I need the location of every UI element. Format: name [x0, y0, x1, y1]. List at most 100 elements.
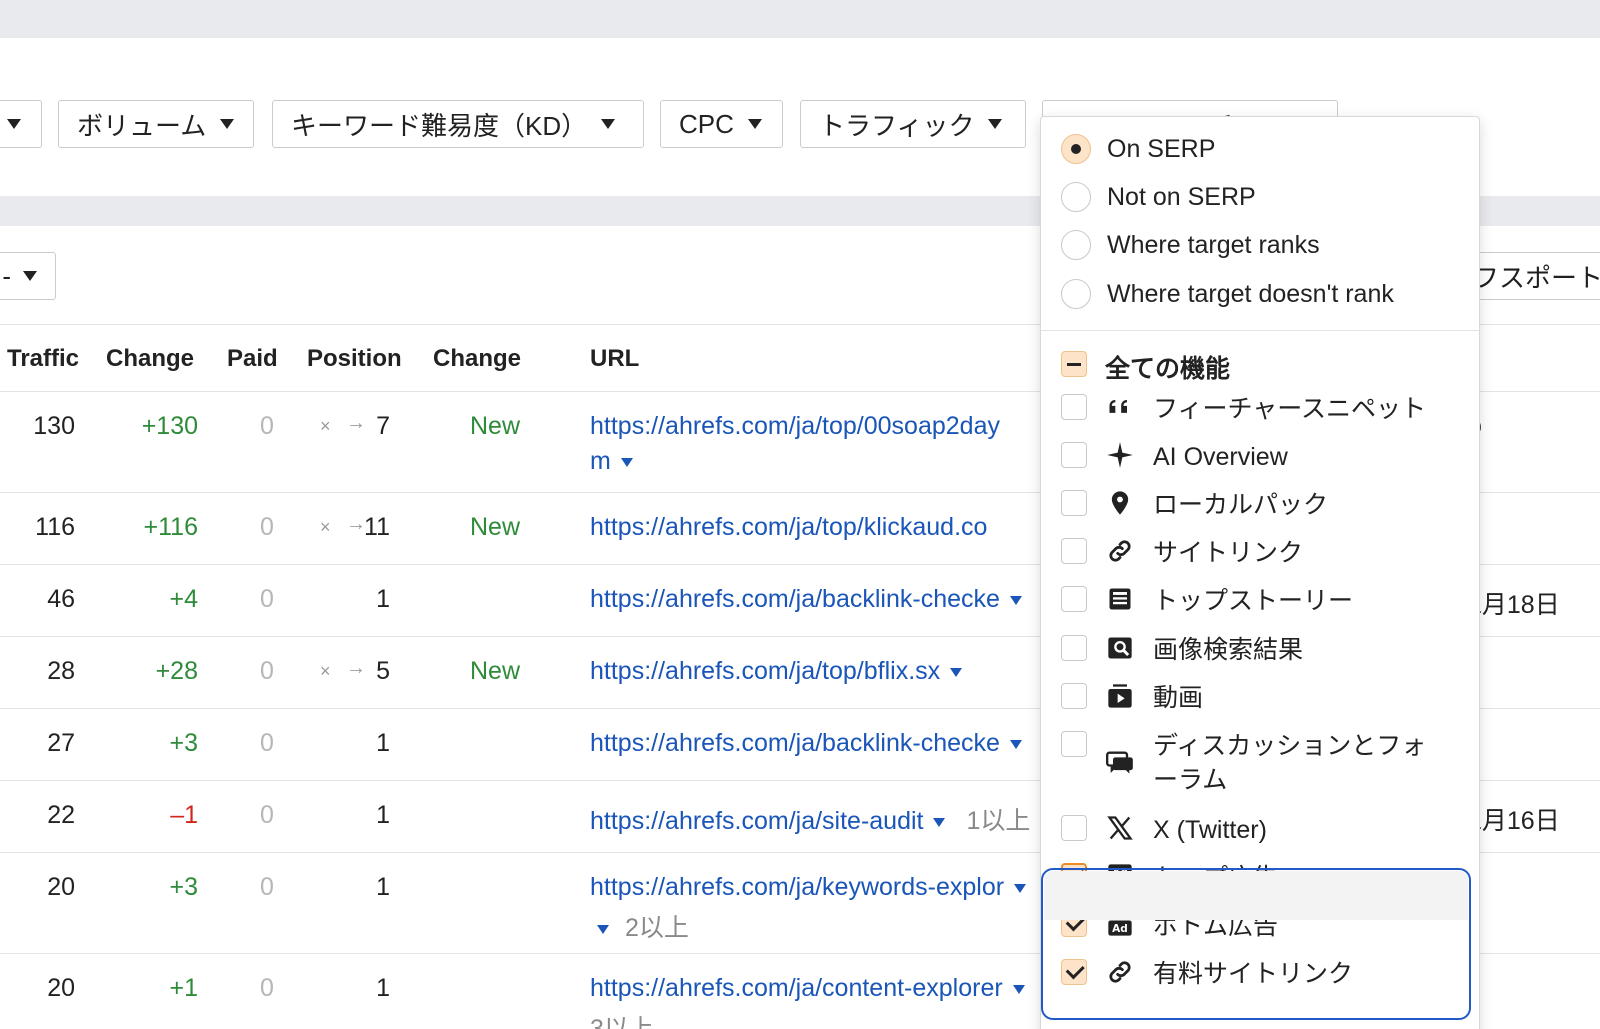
radio-label: Where target doesn't rank: [1107, 279, 1394, 308]
filter-volume-button[interactable]: ボリューム: [58, 100, 254, 148]
feature-checkbox[interactable]: [1061, 442, 1087, 468]
url-link[interactable]: https://ahrefs.com/ja/top/klickaud.co: [590, 513, 987, 542]
feature-checkbox[interactable]: [1061, 815, 1087, 841]
url-link[interactable]: https://ahrefs.com/ja/backlink-checke: [590, 585, 1022, 614]
column-select-partial[interactable]: -: [0, 252, 56, 300]
serp-feature-option[interactable]: AI Overview: [1061, 440, 1288, 474]
serp-radio-option[interactable]: Not on SERP: [1061, 177, 1256, 217]
url-link[interactable]: https://ahrefs.com/ja/content-explorer: [590, 974, 1025, 1003]
position-value: 1: [376, 974, 390, 1002]
header-traffic-change[interactable]: Change: [106, 345, 194, 373]
arrow-right-icon: →: [346, 513, 366, 535]
feature-checkbox[interactable]: [1061, 538, 1087, 564]
serp-feature-option[interactable]: フィーチャースニペット: [1061, 392, 1426, 426]
serp-radio-option[interactable]: On SERP: [1061, 129, 1215, 169]
chevron-down-icon[interactable]: [950, 667, 963, 677]
chevron-down-icon[interactable]: [1009, 739, 1022, 749]
position-change-badge: New: [470, 513, 521, 541]
serp-radio-option[interactable]: Where target doesn't rank: [1061, 274, 1394, 314]
url-sub-line: 3以上: [590, 1009, 654, 1029]
chevron-down-icon[interactable]: [597, 924, 609, 934]
radio-label: Not on SERP: [1107, 182, 1256, 211]
feature-label-text: 画像検索結果: [1153, 636, 1304, 664]
serp-feature-option[interactable]: サイトリンク: [1061, 536, 1303, 570]
traffic-change-value: +130: [141, 412, 198, 440]
chevron-down-icon[interactable]: [1012, 984, 1025, 994]
feature-label-text: 動画: [1153, 684, 1204, 712]
all-features-option[interactable]: 全ての機能: [1061, 349, 1230, 385]
radio-label: Where target ranks: [1107, 230, 1320, 259]
serp-radio-option[interactable]: Where target ranks: [1061, 225, 1320, 265]
chevron-down-icon[interactable]: [620, 457, 633, 467]
header-url[interactable]: URL: [590, 345, 639, 373]
serp-feature-option[interactable]: トップストーリー: [1061, 584, 1353, 618]
export-button[interactable]: フスポート: [1470, 252, 1600, 300]
chevron-down-icon[interactable]: [1014, 883, 1027, 893]
feature-checkbox[interactable]: [1061, 586, 1087, 612]
filter-cpc-label: CPC: [679, 108, 734, 139]
all-features-checkbox[interactable]: [1061, 351, 1087, 377]
url-text: https://ahrefs.com/ja/top/bflix.sx: [590, 657, 941, 685]
header-position-change[interactable]: Change: [433, 345, 521, 373]
url-link[interactable]: https://ahrefs.com/ja/top/bflix.sx: [590, 657, 963, 686]
chevron-down-icon[interactable]: [1009, 595, 1022, 605]
serp-feature-option[interactable]: ローカルパック: [1061, 488, 1328, 522]
header-position[interactable]: Position: [307, 345, 402, 373]
filter-partial-button[interactable]: [0, 100, 42, 148]
filter-kd-label: キーワード難易度（KD）: [291, 110, 588, 141]
url-link[interactable]: https://ahrefs.com/ja/top/00soap2day: [590, 412, 1000, 441]
all-features-label: 全ての機能: [1105, 355, 1231, 383]
radio-button[interactable]: [1061, 230, 1091, 260]
feature-checkbox[interactable]: [1061, 490, 1087, 516]
feature-checkbox[interactable]: [1061, 683, 1087, 709]
traffic-change-value: –1: [170, 801, 198, 829]
feature-label: 画像検索結果: [1153, 633, 1303, 667]
feature-checkbox[interactable]: [1061, 635, 1087, 661]
traffic-value: 22: [47, 801, 75, 829]
filter-cpc-button[interactable]: CPC: [660, 100, 783, 148]
quote-icon: [1105, 392, 1135, 422]
serp-feature-option[interactable]: X (Twitter): [1061, 813, 1267, 847]
feature-label: ローカルパック: [1153, 488, 1328, 522]
url-text: https://ahrefs.com/ja/keywords-explor: [590, 873, 1005, 901]
header-paid[interactable]: Paid: [227, 345, 278, 373]
video-icon: [1105, 681, 1135, 711]
position-count: 1以上: [966, 807, 1031, 835]
serp-feature-option[interactable]: 画像検索結果: [1061, 633, 1303, 667]
export-label: フスポート: [1473, 262, 1600, 293]
arrow-right-icon: →: [346, 412, 366, 434]
url-link[interactable]: https://ahrefs.com/ja/backlink-checke: [590, 729, 1022, 758]
feature-label-text: トップストーリー: [1153, 587, 1354, 615]
feature-checkbox[interactable]: [1061, 731, 1087, 757]
selection-highlight-box: [1041, 868, 1471, 1020]
chevron-down-icon[interactable]: [933, 817, 946, 827]
serp-feature-option[interactable]: ディスカッションとフォ ーラム: [1061, 729, 1426, 797]
url-link[interactable]: https://ahrefs.com/ja/site-audit 1以上: [590, 801, 1030, 837]
radio-button[interactable]: [1061, 134, 1091, 164]
url-text: https://ahrefs.com/ja/site-audit: [590, 807, 924, 835]
filter-volume-label: ボリューム: [77, 110, 207, 141]
feature-label: フィーチャースニペット: [1153, 392, 1426, 426]
traffic-change-value: +3: [169, 729, 198, 757]
feature-checkbox[interactable]: [1061, 394, 1087, 420]
position-value: 7: [376, 412, 390, 440]
position-change-badge: New: [470, 412, 521, 440]
radio-label: On SERP: [1107, 134, 1216, 163]
chevron-down-icon: [220, 119, 235, 129]
radio-button[interactable]: [1061, 279, 1091, 309]
url-link-wrap[interactable]: m: [590, 447, 633, 476]
header-traffic[interactable]: Traffic: [7, 345, 79, 373]
feature-label-text: X (Twitter): [1153, 816, 1267, 844]
traffic-value: 20: [47, 974, 75, 1002]
radio-button[interactable]: [1061, 182, 1091, 212]
feature-label: AI Overview: [1153, 440, 1288, 474]
url-text: https://ahrefs.com/ja/top/klickaud.co: [590, 513, 988, 541]
url-link[interactable]: https://ahrefs.com/ja/keywords-explor: [590, 873, 1027, 902]
filter-kd-button[interactable]: キーワード難易度（KD）: [272, 100, 644, 148]
feature-label-text-line2: ーラム: [1153, 766, 1228, 794]
serp-feature-option[interactable]: 動画: [1061, 681, 1203, 715]
paid-value: 0: [260, 974, 274, 1002]
paid-value: 0: [260, 513, 274, 541]
filter-traffic-button[interactable]: トラフィック: [800, 100, 1026, 148]
image-search-icon: [1105, 633, 1135, 663]
